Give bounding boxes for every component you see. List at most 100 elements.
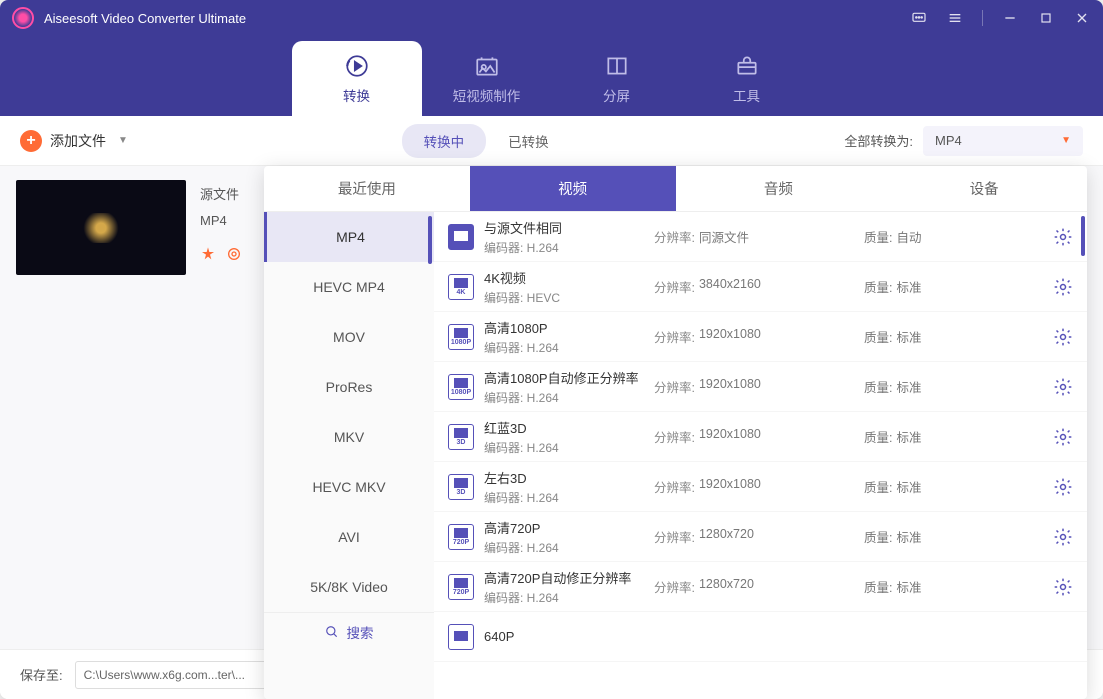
video-thumbnail[interactable] [16, 180, 186, 275]
preset-row[interactable]: 4K 4K视频 编码器: HEVC 分辨率:3840x2160 质量:标准 [434, 262, 1087, 312]
cat-tab-device[interactable]: 设备 [881, 166, 1087, 211]
file-card[interactable]: 源文件 MP4 [16, 180, 242, 635]
cat-tab-audio[interactable]: 音频 [676, 166, 882, 211]
preset-text: 640P [484, 629, 644, 644]
search-button[interactable]: 搜索 [264, 612, 434, 650]
tab-label: 分屏 [603, 85, 630, 105]
window-controls [910, 9, 1091, 27]
preset-row[interactable]: 1080P 高清1080P 编码器: H.264 分辨率:1920x1080 质… [434, 312, 1087, 362]
preset-text: 高清720P自动修正分辨率 编码器: H.264 [484, 568, 644, 606]
preset-resolution: 分辨率:同源文件 [654, 227, 854, 246]
preset-badge-icon: 4K [448, 274, 474, 300]
sidebar-format-item[interactable]: HEVC MKV [264, 462, 434, 512]
convert-all-control: 全部转换为: MP4 ▼ [844, 126, 1083, 156]
tab-toolbox[interactable]: 工具 [682, 41, 812, 116]
format-sidebar[interactable]: MP4HEVC MP4MOVProResMKVHEVC MKVAVI5K/8K … [264, 212, 434, 699]
tab-mv[interactable]: 短视频制作 [422, 41, 552, 116]
star-icon[interactable] [200, 246, 216, 262]
search-label: 搜索 [347, 622, 374, 642]
preset-quality: 质量:标准 [864, 427, 994, 446]
preset-resolution: 分辨率:1920x1080 [654, 327, 854, 346]
sidebar-format-item[interactable]: AVI [264, 512, 434, 562]
preset-row[interactable]: 640P [434, 612, 1087, 662]
edit-icon[interactable] [226, 246, 242, 262]
preset-quality: 质量:标准 [864, 527, 994, 546]
sidebar-format-item[interactable]: MOV [264, 312, 434, 362]
status-tab-converted[interactable]: 已转换 [486, 124, 571, 158]
sidebar-format-item[interactable]: MP4 [264, 212, 434, 262]
gear-icon[interactable] [1053, 577, 1073, 597]
preset-resolution: 分辨率:1920x1080 [654, 477, 854, 496]
tab-label: 转换 [343, 85, 370, 105]
preset-badge-icon: 720P [448, 524, 474, 550]
gear-icon[interactable] [1053, 227, 1073, 247]
sidebar-format-item[interactable]: 5K/8K Video [264, 562, 434, 612]
main-tab-bar: 转换 短视频制作 分屏 工具 [0, 36, 1103, 116]
preset-badge-icon: 3D [448, 474, 474, 500]
preset-resolution: 分辨率:1280x720 [654, 527, 854, 546]
gear-icon[interactable] [1053, 527, 1073, 547]
preset-row[interactable]: 720P 高清720P自动修正分辨率 编码器: H.264 分辨率:1280x7… [434, 562, 1087, 612]
gear-icon[interactable] [1053, 477, 1073, 497]
feedback-icon[interactable] [910, 9, 928, 27]
source-file-label: 源文件 [200, 184, 242, 203]
file-format: MP4 [200, 213, 242, 228]
format-select[interactable]: MP4 ▼ [923, 126, 1083, 156]
preset-row[interactable]: 720P 高清720P 编码器: H.264 分辨率:1280x720 质量:标… [434, 512, 1087, 562]
gear-icon[interactable] [1053, 427, 1073, 447]
preset-text: 与源文件相同 编码器: H.264 [484, 218, 644, 256]
minimize-button[interactable] [1001, 9, 1019, 27]
toolbar: + 添加文件 ▼ 转换中 已转换 全部转换为: MP4 ▼ [0, 116, 1103, 166]
cat-tab-recent[interactable]: 最近使用 [264, 166, 470, 211]
gear-icon[interactable] [1053, 377, 1073, 397]
add-file-button[interactable]: + 添加文件 ▼ [20, 130, 128, 152]
tab-convert[interactable]: 转换 [292, 41, 422, 116]
gear-icon[interactable] [1053, 277, 1073, 297]
preset-quality: 质量:标准 [864, 477, 994, 496]
chevron-down-icon: ▼ [118, 135, 128, 146]
preset-quality: 质量:自动 [864, 227, 994, 246]
tab-label: 工具 [733, 85, 760, 105]
status-tabs: 转换中 已转换 [128, 124, 844, 158]
category-tabs: 最近使用 视频 音频 设备 [264, 166, 1087, 212]
preset-quality: 质量:标准 [864, 377, 994, 396]
preset-text: 高清720P 编码器: H.264 [484, 518, 644, 556]
sidebar-format-item[interactable]: HEVC MP4 [264, 262, 434, 312]
preset-row[interactable]: 1080P 高清1080P自动修正分辨率 编码器: H.264 分辨率:1920… [434, 362, 1087, 412]
preset-text: 高清1080P 编码器: H.264 [484, 318, 644, 356]
preset-resolution: 分辨率:1920x1080 [654, 427, 854, 446]
panel-body: MP4HEVC MP4MOVProResMKVHEVC MKVAVI5K/8K … [264, 212, 1087, 699]
collage-icon [604, 53, 630, 79]
tab-label: 短视频制作 [453, 85, 521, 105]
divider [982, 10, 983, 26]
preset-badge-icon: 720P [448, 574, 474, 600]
cat-tab-video[interactable]: 视频 [470, 166, 676, 211]
preset-text: 高清1080P自动修正分辨率 编码器: H.264 [484, 368, 644, 406]
gear-icon[interactable] [1053, 327, 1073, 347]
sidebar-format-item[interactable]: ProRes [264, 362, 434, 412]
preset-quality: 质量:标准 [864, 327, 994, 346]
sidebar-format-item[interactable]: MKV [264, 412, 434, 462]
preset-row[interactable]: 3D 左右3D 编码器: H.264 分辨率:1920x1080 质量:标准 [434, 462, 1087, 512]
preset-list[interactable]: 与源文件相同 编码器: H.264 分辨率:同源文件 质量:自动 4K 4K视频… [434, 212, 1087, 699]
maximize-button[interactable] [1037, 9, 1055, 27]
preset-row[interactable]: 3D 红蓝3D 编码器: H.264 分辨率:1920x1080 质量:标准 [434, 412, 1087, 462]
preset-badge-icon [448, 224, 474, 250]
tab-collage[interactable]: 分屏 [552, 41, 682, 116]
close-button[interactable] [1073, 9, 1091, 27]
preset-badge-icon [448, 624, 474, 650]
save-to-label: 保存至: [20, 665, 63, 684]
file-action-icons [200, 246, 242, 262]
titlebar: Aiseesoft Video Converter Ultimate [0, 0, 1103, 36]
plus-icon: + [20, 130, 42, 152]
mv-icon [474, 53, 500, 79]
preset-text: 左右3D 编码器: H.264 [484, 468, 644, 506]
scrollbar-thumb[interactable] [428, 216, 432, 264]
preset-row[interactable]: 与源文件相同 编码器: H.264 分辨率:同源文件 质量:自动 [434, 212, 1087, 262]
format-dropdown-panel: 最近使用 视频 音频 设备 MP4HEVC MP4MOVProResMKVHEV… [264, 166, 1087, 699]
menu-icon[interactable] [946, 9, 964, 27]
scrollbar-thumb[interactable] [1081, 216, 1085, 256]
convert-icon [344, 53, 370, 79]
status-tab-converting[interactable]: 转换中 [402, 124, 487, 158]
convert-all-label: 全部转换为: [844, 131, 913, 150]
